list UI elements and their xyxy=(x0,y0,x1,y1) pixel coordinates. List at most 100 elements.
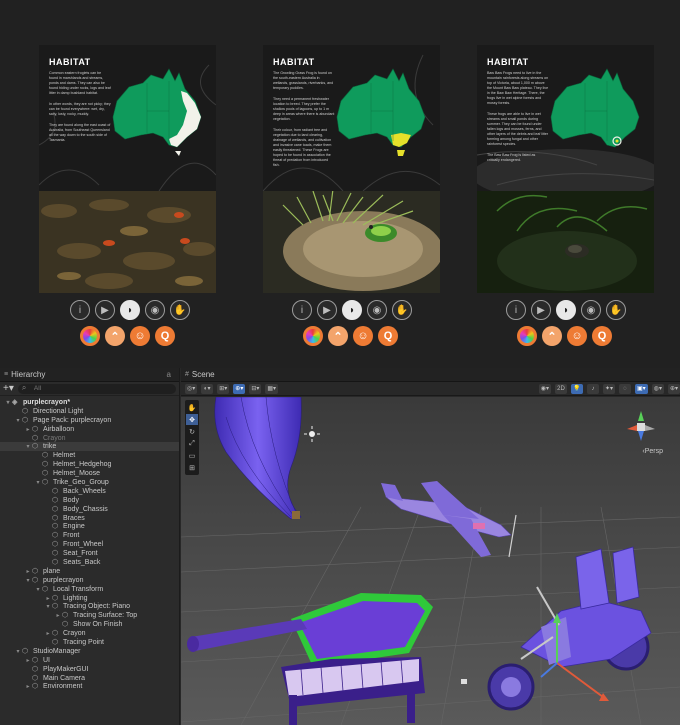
hierarchy-row[interactable]: ▸ ⬡ UI xyxy=(0,656,179,665)
hierarchy-row[interactable]: ⬡ Helmet xyxy=(0,451,179,460)
expand-arrow-icon[interactable]: ▾ xyxy=(44,603,52,610)
hierarchy-row[interactable]: ⬡ Helmet_Moose xyxy=(0,469,179,478)
scene-tab[interactable]: # Scene xyxy=(181,368,680,382)
hierarchy-row[interactable]: ⬡ Engine xyxy=(0,522,179,531)
hierarchy-row[interactable]: ⬡ Show On Finish xyxy=(0,620,179,629)
hand-button[interactable]: ✋ xyxy=(606,300,626,320)
hand-button[interactable]: ✋ xyxy=(392,300,412,320)
hierarchy-row[interactable]: ▾ ⬡ Page Pack: purplecrayon xyxy=(0,416,179,425)
expand-arrow-icon[interactable]: ▾ xyxy=(4,399,12,406)
grid-snap-dropdown[interactable]: ▦▾ xyxy=(265,383,279,394)
frog-face-button[interactable]: ◉ xyxy=(145,300,165,320)
hand-tool[interactable]: ✋ xyxy=(186,402,198,413)
effects-dropdown[interactable]: ✦▾ xyxy=(602,383,616,394)
color-wheel-button[interactable] xyxy=(303,326,323,346)
info-button[interactable]: i xyxy=(292,300,312,320)
expand-arrow-icon[interactable]: ▸ xyxy=(44,595,52,602)
global-toggle[interactable]: ⊕▾ xyxy=(233,383,246,394)
tracing-point-marker[interactable] xyxy=(461,679,467,684)
chevron-up-button[interactable]: ⌃ xyxy=(105,326,125,346)
hierarchy-row[interactable]: ⬡ Front_Wheel xyxy=(0,540,179,549)
audio-toggle[interactable]: ♪ xyxy=(586,383,599,394)
quiz-button[interactable]: Q xyxy=(592,326,612,346)
expand-arrow-icon[interactable]: ▸ xyxy=(24,568,32,575)
draw-mode-dropdown[interactable]: ◐▾ xyxy=(201,383,214,394)
hierarchy-row[interactable]: ⬡ Helmet_Hedgehog xyxy=(0,460,179,469)
hierarchy-row[interactable]: ▸ ⬡ Crayon xyxy=(0,629,179,638)
pivot-toggle[interactable]: ⊞▾ xyxy=(217,383,230,394)
expand-arrow-icon[interactable]: ▾ xyxy=(14,417,22,424)
shading-mode-dropdown[interactable]: ◎▾ xyxy=(185,383,198,394)
move-tool[interactable]: ✥ xyxy=(186,414,198,425)
hierarchy-row[interactable]: ▾ ⬡ StudioManager xyxy=(0,647,179,656)
hierarchy-row[interactable]: ⬡ PlayMakerGUI xyxy=(0,665,179,674)
hierarchy-row[interactable]: ▾ ⬡ purplecrayon xyxy=(0,576,179,585)
overlay-toggle[interactable]: ◉▾ xyxy=(538,383,551,394)
scale-tool[interactable]: ⤢ xyxy=(186,438,198,449)
australia-map-button[interactable]: ◗ xyxy=(556,300,576,320)
hierarchy-row[interactable]: ⬡ Tracing Point xyxy=(0,638,179,647)
expand-arrow-icon[interactable]: ▾ xyxy=(24,443,32,450)
hierarchy-row[interactable]: ⬡ Body xyxy=(0,496,179,505)
orientation-gizmo[interactable] xyxy=(625,409,657,443)
hierarchy-row[interactable]: ▸ ⬡ Airballoon xyxy=(0,425,179,434)
hierarchy-row[interactable]: ▸ ⬡ Tracing Surface: Top xyxy=(0,611,179,620)
hierarchy-search-input[interactable]: All xyxy=(17,383,176,394)
hierarchy-row[interactable]: ⬡ Main Camera xyxy=(0,674,179,683)
hierarchy-row[interactable]: ⬡ Back_Wheels xyxy=(0,487,179,496)
info-button[interactable]: i xyxy=(70,300,90,320)
face-button[interactable]: ☺ xyxy=(353,326,373,346)
snap-toggle[interactable]: ⊟▾ xyxy=(249,383,262,394)
scene-viewport[interactable]: ✋ ✥ ↻ ⤢ ▭ ⊞ ‹Persp xyxy=(181,397,680,725)
hierarchy-row[interactable]: ▸ ⬡ plane xyxy=(0,567,179,576)
hierarchy-row[interactable]: ▾ ◈ purplecrayon* xyxy=(0,398,179,407)
hierarchy-row[interactable]: ⬡ Body_Chassis xyxy=(0,505,179,514)
chevron-up-button[interactable]: ⌃ xyxy=(328,326,348,346)
expand-arrow-icon[interactable]: ▾ xyxy=(34,479,42,486)
hierarchy-row[interactable]: ▾ ⬡ trike xyxy=(0,442,179,452)
rotate-tool[interactable]: ↻ xyxy=(186,426,198,437)
quiz-button[interactable]: Q xyxy=(155,326,175,346)
hierarchy-row[interactable]: ▾ ⬡ Tracing Object: Piano xyxy=(0,602,179,611)
camera-projection-label[interactable]: ‹Persp xyxy=(642,448,663,455)
hierarchy-tab[interactable]: ≡ Hierarchy a xyxy=(0,368,179,382)
scene-world[interactable] xyxy=(181,397,680,725)
australia-map-button[interactable]: ◗ xyxy=(342,300,362,320)
hierarchy-row[interactable]: ⬡ Braces xyxy=(0,514,179,523)
rect-tool[interactable]: ▭ xyxy=(186,450,198,461)
expand-arrow-icon[interactable]: ▾ xyxy=(14,648,22,655)
hierarchy-row[interactable]: ▸ ⬡ Environment xyxy=(0,683,179,692)
hierarchy-row[interactable]: ▾ ⬡ Local Transform xyxy=(0,585,179,594)
hierarchy-row[interactable]: ▸ ⬡ Lighting xyxy=(0,594,179,603)
video-button[interactable]: ▶ xyxy=(531,300,551,320)
hidden-objects-toggle[interactable]: ◌ xyxy=(619,383,632,394)
expand-arrow-icon[interactable]: ▸ xyxy=(24,683,32,690)
hierarchy-row[interactable]: ⬡ Crayon xyxy=(0,434,179,443)
hierarchy-row[interactable]: ▾ ⬡ Trike_Geo_Group xyxy=(0,478,179,487)
add-object-button[interactable]: +▾ xyxy=(3,383,14,394)
hand-button[interactable]: ✋ xyxy=(170,300,190,320)
view-mode-toggle[interactable]: 2D xyxy=(554,383,567,394)
expand-arrow-icon[interactable]: ▸ xyxy=(44,630,52,637)
hierarchy-row[interactable]: ⬡ Directional Light xyxy=(0,407,179,416)
info-button[interactable]: i xyxy=(506,300,526,320)
australia-map-button[interactable]: ◗ xyxy=(120,300,140,320)
face-button[interactable]: ☺ xyxy=(567,326,587,346)
quiz-button[interactable]: Q xyxy=(378,326,398,346)
expand-arrow-icon[interactable]: ▾ xyxy=(34,586,42,593)
expand-arrow-icon[interactable]: ▸ xyxy=(24,426,32,433)
expand-arrow-icon[interactable]: ▾ xyxy=(24,577,32,584)
transform-tool[interactable]: ⊞ xyxy=(186,462,198,473)
chevron-up-button[interactable]: ⌃ xyxy=(542,326,562,346)
face-button[interactable]: ☺ xyxy=(130,326,150,346)
color-wheel-button[interactable] xyxy=(80,326,100,346)
video-button[interactable]: ▶ xyxy=(317,300,337,320)
frog-face-button[interactable]: ◉ xyxy=(367,300,387,320)
video-button[interactable]: ▶ xyxy=(95,300,115,320)
hierarchy-row[interactable]: ⬡ Seat_Front xyxy=(0,549,179,558)
lighting-toggle[interactable]: 💡 xyxy=(570,383,583,394)
hierarchy-row[interactable]: ⬡ Front xyxy=(0,531,179,540)
scene-camera-dropdown[interactable]: ▣▾ xyxy=(635,383,648,394)
color-wheel-button[interactable] xyxy=(517,326,537,346)
scene-options-button[interactable]: ⊕▾ xyxy=(667,383,680,394)
